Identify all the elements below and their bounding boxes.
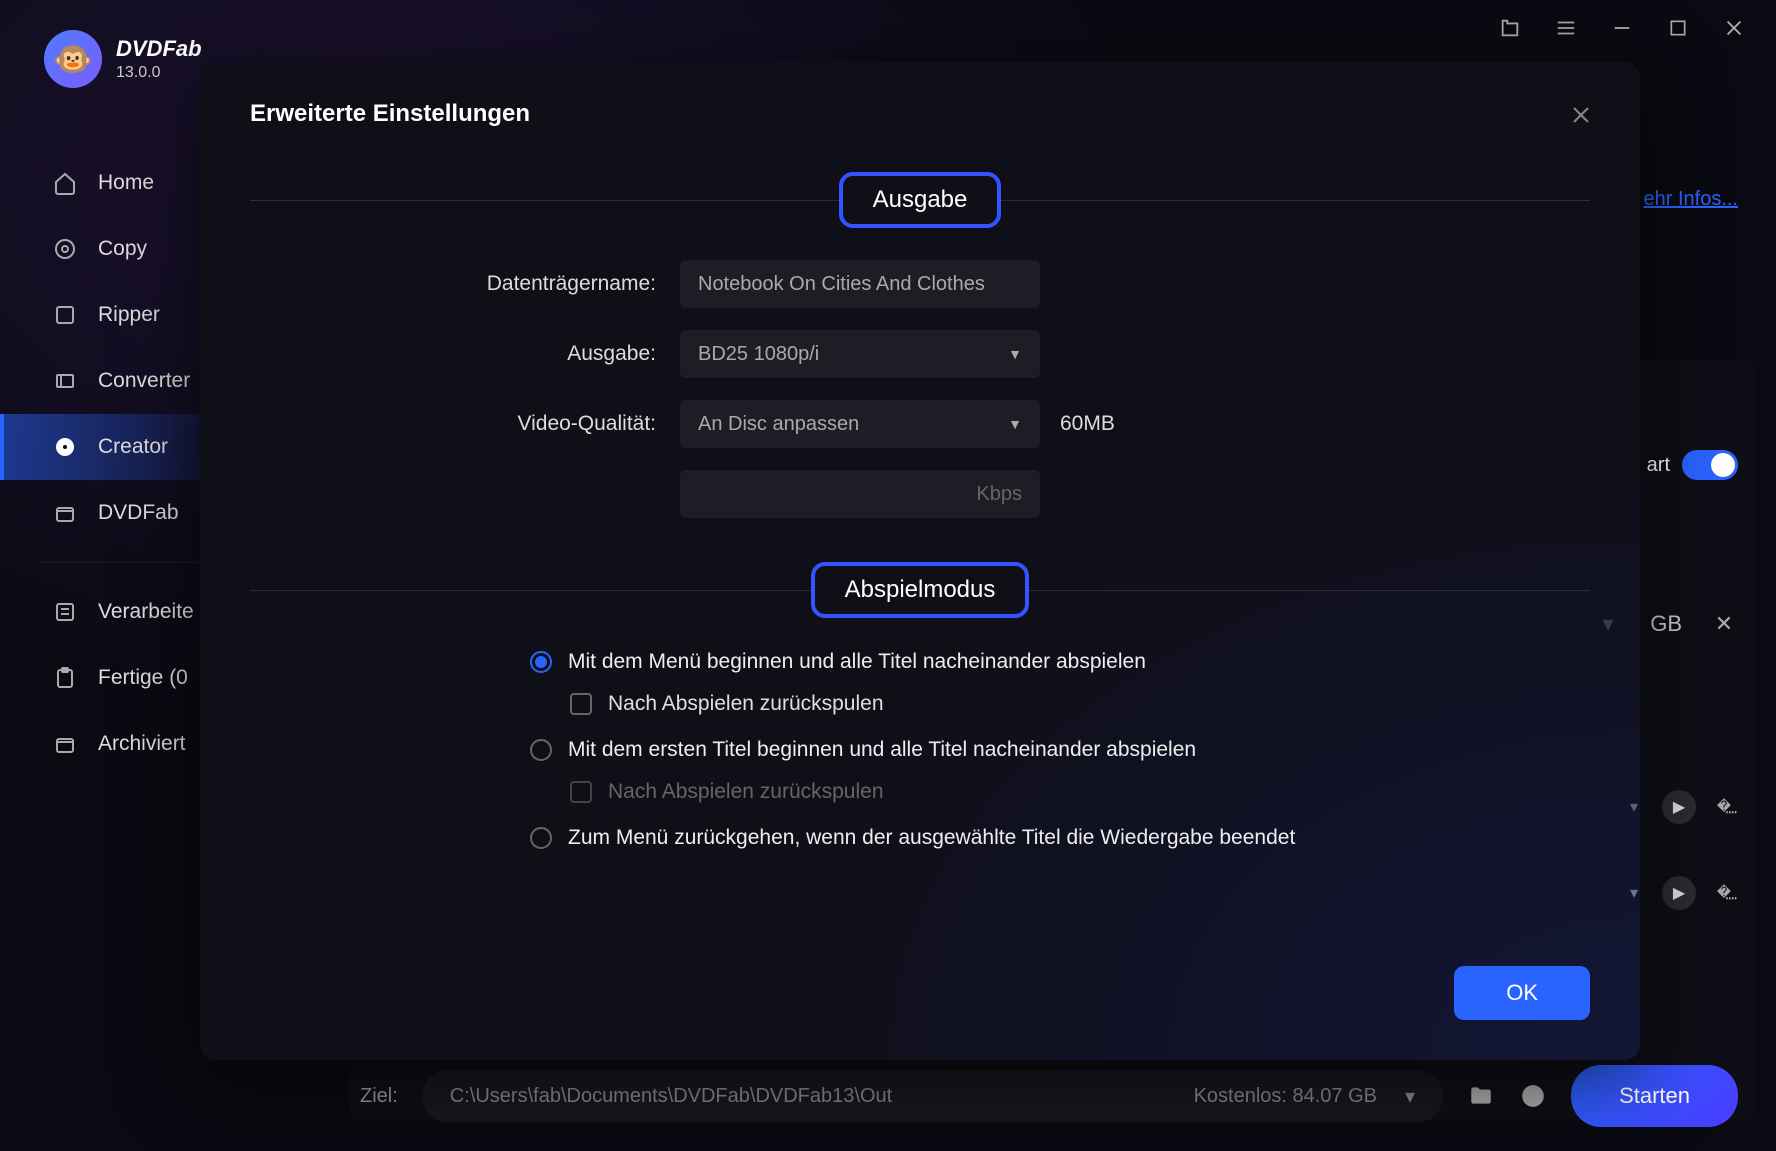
play-button[interactable]: ▶ [1662, 876, 1696, 910]
dialog-close-button[interactable] [1566, 100, 1596, 130]
section-label: Abspielmodus [811, 562, 1030, 618]
archive-icon [52, 731, 78, 757]
play-button[interactable]: ▶ [1662, 790, 1696, 824]
chevron-down-icon: ▼ [1008, 416, 1022, 432]
advanced-settings-dialog: Erweiterte Einstellungen Ausgabe Datentr… [200, 62, 1640, 1060]
output-row: Ausgabe: BD25 1080p/i ▼ [250, 330, 1590, 378]
menu-icon[interactable] [1552, 14, 1580, 42]
size-label: GB [1650, 611, 1682, 637]
output-label: Ausgabe: [250, 342, 680, 366]
smart-toggle-row: art [1647, 450, 1738, 480]
sidebar-item-label: Home [98, 171, 154, 195]
theme-icon[interactable] [1496, 14, 1524, 42]
list-icon [52, 599, 78, 625]
playmode-option-2-rewind: Nach Abspielen zurückspulen [570, 780, 1590, 804]
volume-name-input[interactable]: Notebook On Cities And Clothes [680, 260, 1040, 308]
checkbox-icon [570, 693, 592, 715]
package-icon [52, 500, 78, 526]
folder-icon[interactable] [1467, 1082, 1495, 1110]
checkbox-icon [570, 781, 592, 803]
close-icon[interactable] [1720, 14, 1748, 42]
quality-size: 60MB [1060, 412, 1115, 436]
start-button[interactable]: Starten [1571, 1065, 1738, 1127]
minimize-icon[interactable] [1608, 14, 1636, 42]
close-item-icon[interactable]: ✕ [1710, 610, 1738, 638]
more-icon[interactable]: �⵿ [1710, 793, 1738, 821]
bottom-bar: Ziel: C:\Users\fab\Documents\DVDFab\DVDF… [360, 1065, 1738, 1127]
section-output: Ausgabe [250, 172, 1590, 228]
playmode-group: Mit dem Menü beginnen und alle Titel nac… [530, 650, 1590, 850]
chevron-down-icon[interactable]: ▾ [1405, 1084, 1415, 1109]
quality-select[interactable]: An Disc anpassen ▼ [680, 400, 1040, 448]
radio-icon [530, 739, 552, 761]
sidebar-item-label: Converter [98, 369, 190, 393]
playmode-option-2[interactable]: Mit dem ersten Titel beginnen und alle T… [530, 738, 1590, 762]
section-label: Ausgabe [839, 172, 1002, 228]
sidebar-item-label: Creator [98, 435, 168, 459]
creator-icon [52, 434, 78, 460]
dialog-title: Erweiterte Einstellungen [250, 100, 1590, 128]
sidebar-item-label: Copy [98, 237, 147, 261]
more-icon[interactable]: �⵿ [1710, 879, 1738, 907]
titlebar [1468, 0, 1776, 56]
chevron-down-icon: ▼ [1008, 346, 1022, 362]
brand: 🐵 DVDFab 13.0.0 [44, 30, 202, 88]
ok-button[interactable]: OK [1454, 966, 1590, 1020]
converter-icon [52, 368, 78, 394]
sidebar-item-label: Verarbeite [98, 600, 194, 624]
maximize-icon[interactable] [1664, 14, 1692, 42]
radio-icon [530, 827, 552, 849]
volume-name-row: Datenträgername: Notebook On Cities And … [250, 260, 1590, 308]
output-select[interactable]: BD25 1080p/i ▼ [680, 330, 1040, 378]
clipboard-icon [52, 665, 78, 691]
copy-icon [52, 236, 78, 262]
ripper-icon [52, 302, 78, 328]
volume-name-label: Datenträgername: [250, 272, 680, 296]
home-icon [52, 170, 78, 196]
playmode-option-1-rewind[interactable]: Nach Abspielen zurückspulen [570, 692, 1590, 716]
app-window: 🐵 DVDFab 13.0.0 Home Copy Ripper Convert… [0, 0, 1776, 1151]
bitrate-row: Kbps [250, 470, 1590, 518]
dest-box[interactable]: C:\Users\fab\Documents\DVDFab\DVDFab13\O… [422, 1070, 1443, 1123]
smart-toggle[interactable] [1682, 450, 1738, 480]
smart-label: art [1647, 454, 1670, 477]
more-info-link[interactable]: ehr Infos... [1644, 188, 1739, 211]
quality-label: Video-Qualität: [250, 412, 680, 436]
radio-icon [530, 651, 552, 673]
section-playmode: Abspielmodus [250, 562, 1590, 618]
iso-icon[interactable] [1519, 1082, 1547, 1110]
dest-label: Ziel: [360, 1085, 398, 1108]
sidebar-item-label: DVDFab [98, 501, 179, 525]
brand-version: 13.0.0 [116, 64, 202, 82]
playmode-option-3[interactable]: Zum Menü zurückgehen, wenn der ausgewähl… [530, 826, 1590, 850]
brand-logo-icon: 🐵 [44, 30, 102, 88]
dest-path: C:\Users\fab\Documents\DVDFab\DVDFab13\O… [450, 1085, 892, 1108]
quality-row: Video-Qualität: An Disc anpassen ▼ 60MB [250, 400, 1590, 448]
bitrate-input: Kbps [680, 470, 1040, 518]
sidebar-item-label: Fertige (0 [98, 666, 188, 690]
sidebar-item-label: Ripper [98, 303, 160, 327]
free-space: Kostenlos: 84.07 GB [1194, 1085, 1377, 1108]
brand-name: DVDFab [116, 36, 202, 62]
sidebar-separator [40, 562, 200, 563]
playmode-option-1[interactable]: Mit dem Menü beginnen und alle Titel nac… [530, 650, 1590, 674]
sidebar-item-label: Archiviert [98, 732, 186, 756]
